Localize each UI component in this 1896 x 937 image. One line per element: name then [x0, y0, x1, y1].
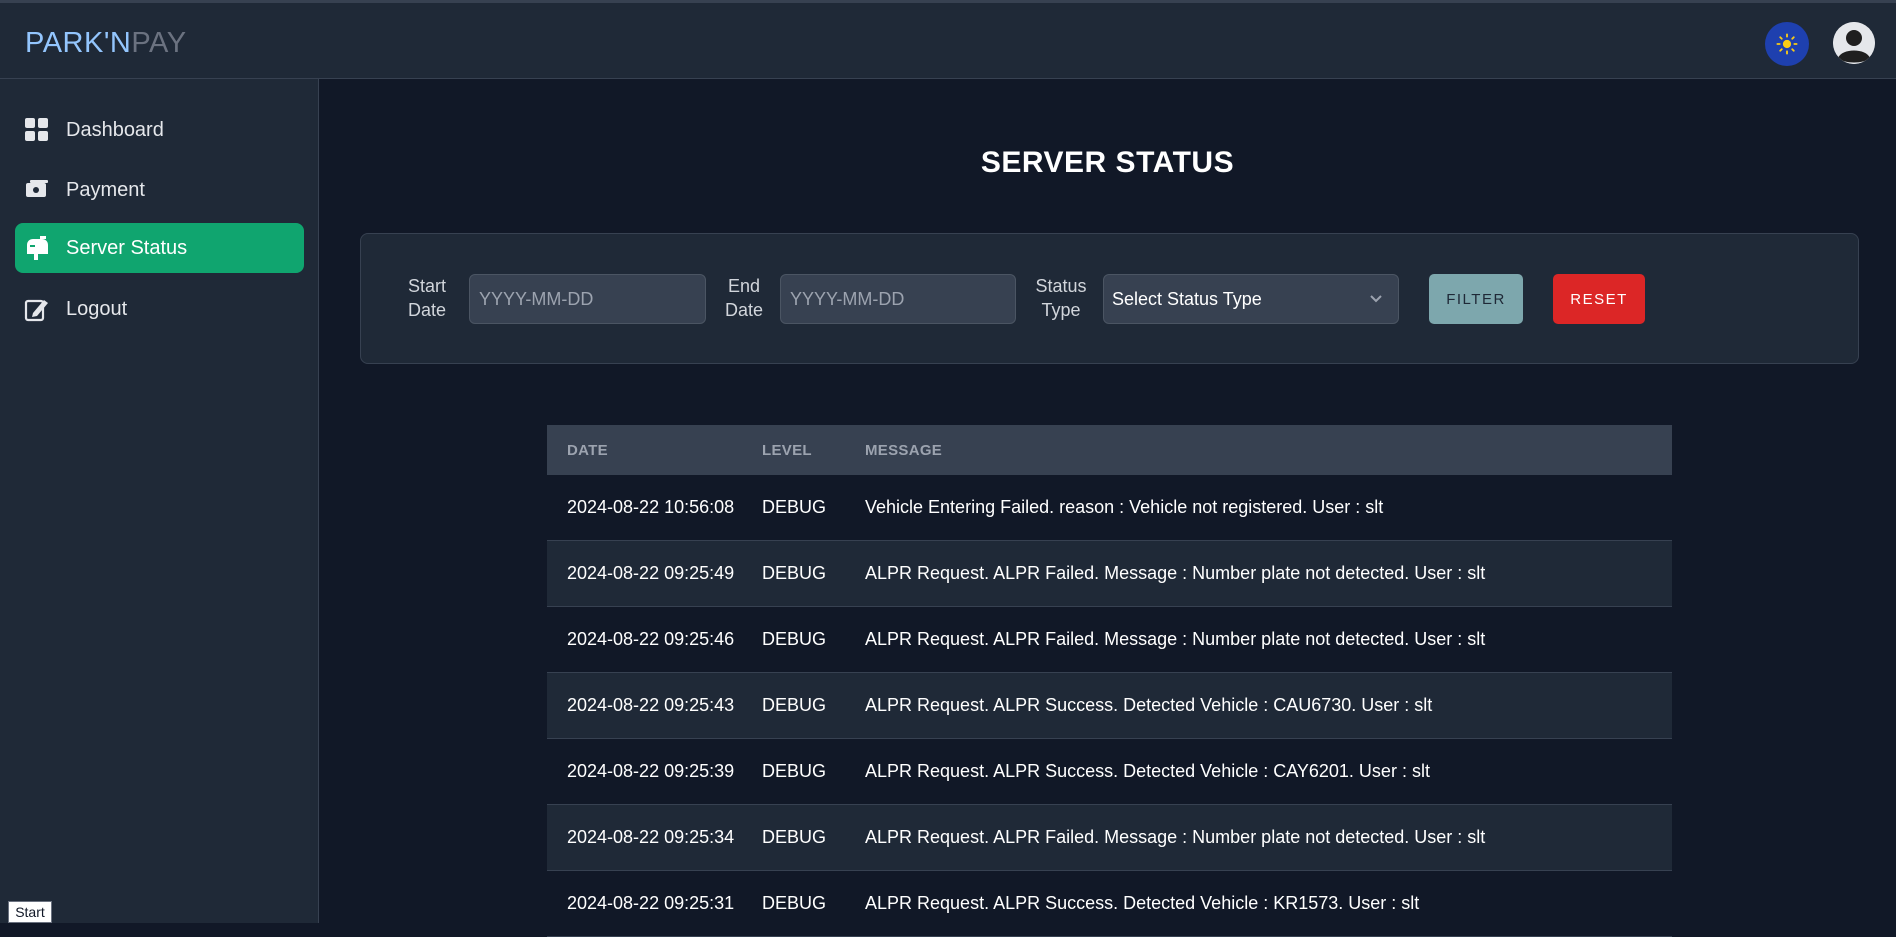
cell-level: DEBUG: [762, 497, 827, 517]
sidebar-item-logout[interactable]: Logout: [15, 284, 304, 334]
sidebar-item-label: Dashboard: [66, 118, 164, 141]
cell-level: DEBUG: [762, 695, 827, 715]
cell-message: Vehicle Entering Failed. reason : Vehicl…: [865, 497, 1384, 517]
filter-button[interactable]: FILTER: [1429, 274, 1523, 324]
cell-date: 2024-08-22 09:25:49: [567, 563, 735, 583]
sun-icon: [1776, 33, 1798, 55]
cell-date: 2024-08-22 09:25:43: [567, 695, 735, 715]
sidebar-item-label: Logout: [66, 297, 128, 320]
cell-level: DEBUG: [762, 827, 827, 847]
cell-level: DEBUG: [762, 761, 827, 781]
cell-date: 2024-08-22 10:56:08: [567, 497, 735, 517]
cell-date: 2024-08-22 09:25:46: [567, 629, 735, 649]
cell-date: 2024-08-22 09:25:39: [567, 761, 735, 781]
cell-message: ALPR Request. ALPR Success. Detected Veh…: [865, 893, 1420, 913]
end-date-label: End Date: [724, 276, 764, 320]
sidebar-item-payment[interactable]: Payment: [15, 165, 304, 215]
table-row[interactable]: 2024-08-22 10:56:08 DEBUG Vehicle Enteri…: [547, 475, 1672, 541]
filter-panel: StartDate EndDate StatusType Select Stat…: [360, 233, 1859, 364]
cell-level: DEBUG: [762, 629, 827, 649]
sidebar: Dashboard Payment Server Status Logout: [0, 79, 319, 923]
start-button[interactable]: Start: [8, 901, 52, 923]
brand-part-2: PAY: [131, 27, 187, 59]
table-header: DATE LEVEL MESSAGE: [547, 425, 1672, 475]
end-date-input[interactable]: [780, 274, 1016, 324]
column-header-level[interactable]: LEVEL: [762, 442, 865, 459]
theme-toggle-button[interactable]: [1765, 22, 1809, 66]
cell-date: 2024-08-22 09:25:31: [567, 893, 735, 913]
chevron-down-icon: [1370, 295, 1382, 303]
start-date-input[interactable]: [469, 274, 706, 324]
cell-date: 2024-08-22 09:25:34: [567, 827, 735, 847]
table-row[interactable]: 2024-08-22 09:25:39 DEBUG ALPR Request. …: [547, 739, 1672, 805]
top-bar: PARK'NPAY: [0, 0, 1896, 79]
reset-button[interactable]: RESET: [1553, 274, 1645, 324]
status-type-select[interactable]: Select Status Type: [1103, 274, 1399, 324]
edit-note-icon: [24, 296, 50, 322]
dashboard-grid-icon: [24, 117, 50, 143]
column-header-date[interactable]: DATE: [547, 442, 762, 459]
table-row[interactable]: 2024-08-22 09:25:31 DEBUG ALPR Request. …: [547, 871, 1672, 937]
start-date-label: Start Date: [407, 276, 447, 320]
table-row[interactable]: 2024-08-22 09:25:34 DEBUG ALPR Request. …: [547, 805, 1672, 871]
sidebar-item-label: Server Status: [66, 236, 188, 259]
user-avatar[interactable]: [1833, 22, 1875, 64]
column-header-message[interactable]: MESSAGE: [865, 442, 1672, 459]
cell-level: DEBUG: [762, 893, 827, 913]
user-avatar-icon: [1833, 22, 1875, 64]
mailbox-icon: [24, 235, 50, 261]
status-type-label: Status Type: [1035, 276, 1087, 320]
server-status-table: DATE LEVEL MESSAGE 2024-08-22 10:56:08 D…: [547, 425, 1672, 937]
cell-message: ALPR Request. ALPR Failed. Message : Num…: [865, 629, 1486, 649]
table-row[interactable]: 2024-08-22 09:25:49 DEBUG ALPR Request. …: [547, 541, 1672, 607]
payment-icon: [24, 177, 50, 203]
cell-message: ALPR Request. ALPR Failed. Message : Num…: [865, 827, 1486, 847]
cell-message: ALPR Request. ALPR Success. Detected Veh…: [865, 695, 1433, 715]
sidebar-item-server-status[interactable]: Server Status: [15, 223, 304, 273]
sidebar-item-label: Payment: [66, 178, 145, 201]
brand-logo[interactable]: PARK'NPAY: [25, 27, 187, 60]
table-row[interactable]: 2024-08-22 09:25:46 DEBUG ALPR Request. …: [547, 607, 1672, 673]
cell-level: DEBUG: [762, 563, 827, 583]
brand-part-1: PARK'N: [25, 27, 132, 59]
cell-message: ALPR Request. ALPR Failed. Message : Num…: [865, 563, 1486, 583]
table-row[interactable]: 2024-08-22 09:25:43 DEBUG ALPR Request. …: [547, 673, 1672, 739]
status-type-selected: Select Status Type: [1112, 288, 1262, 309]
sidebar-item-dashboard[interactable]: Dashboard: [15, 105, 304, 155]
page-title: SERVER STATUS: [980, 146, 1235, 179]
cell-message: ALPR Request. ALPR Success. Detected Veh…: [865, 761, 1430, 781]
